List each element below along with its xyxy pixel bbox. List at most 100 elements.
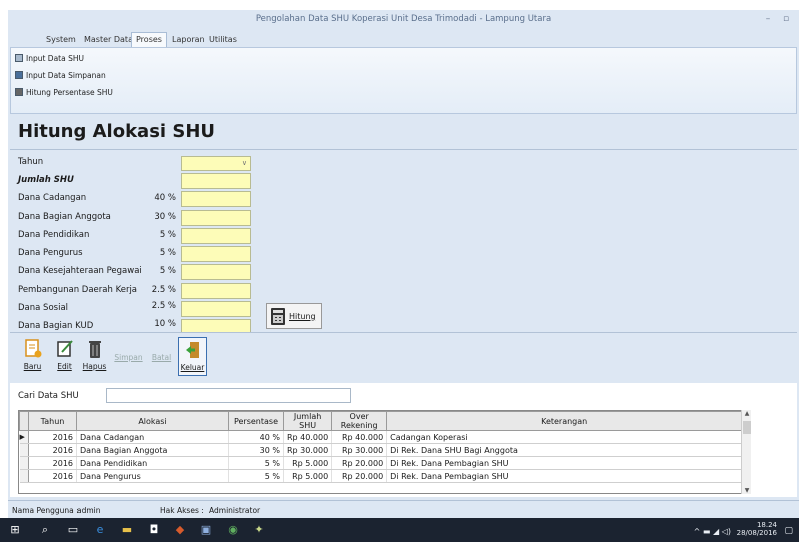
scroll-up-icon[interactable]: ▲ xyxy=(742,410,752,417)
pct-dana-kesejahteraan-pegawai: 5 % xyxy=(159,266,176,276)
search-icon[interactable]: ⌕ xyxy=(38,523,52,537)
table-row[interactable]: 2016 Dana Bagian Anggota 30 % Rp 30.000 … xyxy=(19,443,743,457)
edit-label: Edit xyxy=(57,362,72,371)
grid-header-row: Tahun Alokasi Persentase Jumlah SHU Over… xyxy=(19,411,743,431)
tray-icons[interactable]: ^ ▬ ◢ ◁) xyxy=(694,527,731,536)
menu-bar: System Master Data Proses Laporan Utilit… xyxy=(8,30,799,48)
cell-tahun[interactable]: 2016 xyxy=(28,469,77,483)
cell-keterangan[interactable]: Di Rek. Dana SHU Bagi Anggota xyxy=(386,443,743,457)
file-explorer-icon[interactable]: ▬ xyxy=(120,523,134,537)
simpan-label: Simpan xyxy=(114,353,143,362)
table-row[interactable]: 2016 Dana Pengurus 5 % Rp 5.000 Rp 20.00… xyxy=(19,469,743,483)
cell-tahun[interactable]: 2016 xyxy=(28,456,77,470)
tab-master-data[interactable]: Master Data xyxy=(80,33,137,48)
dana-sosial-input[interactable] xyxy=(181,301,251,317)
label-dana-sosial: Dana Sosial xyxy=(18,303,69,313)
scroll-thumb[interactable] xyxy=(743,421,751,434)
search-label: Cari Data SHU xyxy=(18,391,79,401)
jumlah-shu-input[interactable] xyxy=(181,173,251,189)
keluar-button[interactable]: Keluar xyxy=(178,337,207,376)
user-label: Nama Pengguna : xyxy=(12,506,79,515)
pct-dana-bagian-anggota: 30 % xyxy=(154,212,176,222)
dana-cadangan-input[interactable] xyxy=(181,191,251,207)
search-input[interactable] xyxy=(106,388,351,403)
hitung-button[interactable]: Hitung xyxy=(266,303,322,329)
col-keterangan[interactable]: Keterangan xyxy=(386,411,743,431)
chevron-down-icon: ∨ xyxy=(241,159,247,167)
cell-alokasi[interactable]: Dana Bagian Anggota xyxy=(76,443,229,457)
cell-over-rekening[interactable]: Rp 40.000 xyxy=(331,430,388,444)
cell-jumlah-shu[interactable]: Rp 5.000 xyxy=(283,456,333,470)
chrome-icon[interactable]: ◉ xyxy=(226,523,240,537)
ribbon-input-data-simpanan[interactable]: Input Data Simpanan xyxy=(15,69,106,82)
app-icon[interactable]: ◆ xyxy=(173,523,187,537)
baru-button[interactable]: Baru xyxy=(18,337,47,376)
hapus-button[interactable]: Hapus xyxy=(80,337,109,376)
table-row[interactable]: 2016 Dana Pendidikan 5 % Rp 5.000 Rp 20.… xyxy=(19,456,743,470)
table-row[interactable]: ▶ 2016 Dana Cadangan 40 % Rp 40.000 Rp 4… xyxy=(19,430,743,444)
label-dana-pengurus: Dana Pengurus xyxy=(18,248,83,258)
dana-pengurus-input[interactable] xyxy=(181,246,251,262)
system-tray: ^ ▬ ◢ ◁) 18.24 28/08/2016 ▢ xyxy=(694,521,793,537)
start-windows-icon[interactable]: ⊞ xyxy=(8,523,22,537)
ribbon-panel: Input Data SHU Input Data Simpanan Hitun… xyxy=(10,47,797,114)
tab-system[interactable]: System xyxy=(42,33,80,48)
col-persentase[interactable]: Persentase xyxy=(228,411,284,431)
cell-alokasi[interactable]: Dana Pengurus xyxy=(76,469,229,483)
edge-browser-icon[interactable]: e xyxy=(93,523,107,537)
cell-jumlah-shu[interactable]: Rp 30.000 xyxy=(283,443,333,457)
cell-tahun[interactable]: 2016 xyxy=(28,443,77,457)
cell-keterangan[interactable]: Di Rek. Dana Pembagian SHU xyxy=(386,469,743,483)
app-icon-2[interactable]: ✦ xyxy=(252,523,266,537)
cell-alokasi[interactable]: Dana Pendidikan xyxy=(76,456,229,470)
calculator-icon xyxy=(15,88,23,96)
cell-jumlah-shu[interactable]: Rp 40.000 xyxy=(283,430,333,444)
heading-divider xyxy=(10,149,797,150)
cell-persentase[interactable]: 30 % xyxy=(228,443,284,457)
cell-persentase[interactable]: 5 % xyxy=(228,469,284,483)
cell-over-rekening[interactable]: Rp 30.000 xyxy=(331,443,388,457)
user-value: admin xyxy=(77,506,101,515)
task-view-icon[interactable]: ▭ xyxy=(66,523,80,537)
col-over-rekening[interactable]: Over Rekening xyxy=(331,411,388,431)
hitung-label: Hitung xyxy=(289,311,316,321)
pct-dana-pendidikan: 5 % xyxy=(159,230,176,240)
minimize-button[interactable]: – xyxy=(760,12,776,26)
pct-dana-bagian-kud: 10 % xyxy=(154,319,176,329)
cell-keterangan[interactable]: Cadangan Koperasi xyxy=(386,430,743,444)
cell-jumlah-shu[interactable]: Rp 5.000 xyxy=(283,469,333,483)
label-pembangunan-daerah-kerja: Pembangunan Daerah Kerja xyxy=(18,285,138,295)
cell-persentase[interactable]: 40 % xyxy=(228,430,284,444)
cell-alokasi[interactable]: Dana Cadangan xyxy=(76,430,229,444)
col-jumlah-shu[interactable]: Jumlah SHU xyxy=(282,411,333,431)
ribbon-label: Input Data SHU xyxy=(26,54,84,63)
tab-utilitas[interactable]: Utilitas xyxy=(205,33,241,48)
shu-data-grid[interactable]: Tahun Alokasi Persentase Jumlah SHU Over… xyxy=(18,410,751,494)
grid-scrollbar[interactable]: ▲ ▼ xyxy=(741,410,751,494)
maximize-button[interactable]: ▫ xyxy=(778,12,794,26)
calculator-icon xyxy=(271,307,285,325)
cell-tahun[interactable]: 2016 xyxy=(28,430,77,444)
edit-button[interactable]: Edit xyxy=(50,337,79,376)
clock-date[interactable]: 28/08/2016 xyxy=(737,529,777,537)
dana-pendidikan-input[interactable] xyxy=(181,228,251,244)
cell-over-rekening[interactable]: Rp 20.000 xyxy=(331,456,388,470)
dana-bagian-anggota-input[interactable] xyxy=(181,210,251,226)
notification-icon[interactable]: ▢ xyxy=(784,526,793,536)
ribbon-hitung-persentase-shu[interactable]: Hitung Persentase SHU xyxy=(15,86,113,99)
cell-keterangan[interactable]: Di Rek. Dana Pembagian SHU xyxy=(386,456,743,470)
scroll-down-icon[interactable]: ▼ xyxy=(742,487,752,494)
tahun-select[interactable]: ∨ xyxy=(181,156,251,171)
ribbon-input-data-shu[interactable]: Input Data SHU xyxy=(15,52,84,65)
dana-kesejahteraan-pegawai-input[interactable] xyxy=(181,264,251,280)
clock-time[interactable]: 18.24 xyxy=(737,521,777,529)
pembangunan-daerah-kerja-input[interactable] xyxy=(181,283,251,299)
app-window-icon[interactable]: ▣ xyxy=(199,523,213,537)
store-icon[interactable]: ◘ xyxy=(147,523,161,537)
tab-proses[interactable]: Proses xyxy=(131,32,167,47)
cell-persentase[interactable]: 5 % xyxy=(228,456,284,470)
col-tahun[interactable]: Tahun xyxy=(28,411,77,431)
tab-laporan[interactable]: Laporan xyxy=(168,33,209,48)
cell-over-rekening[interactable]: Rp 20.000 xyxy=(331,469,388,483)
col-alokasi[interactable]: Alokasi xyxy=(76,411,229,431)
